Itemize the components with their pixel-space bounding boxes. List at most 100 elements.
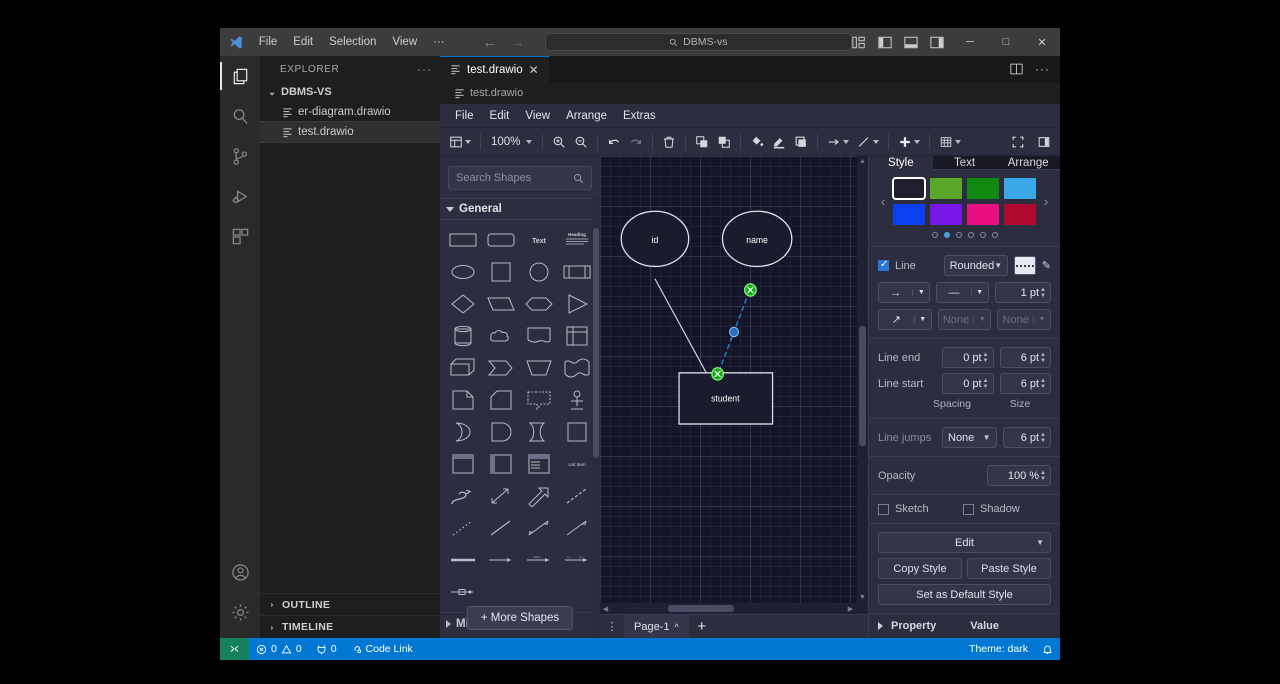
- shape-cloud[interactable]: [482, 322, 520, 350]
- swatch-1[interactable]: [930, 178, 962, 199]
- line-jumps-select[interactable]: None ▼: [942, 427, 997, 448]
- sidebar-item-explorer[interactable]: [220, 56, 260, 96]
- window-controls[interactable]: ─ □ ✕: [952, 28, 1060, 56]
- stepper-icon[interactable]: ▲▼: [982, 378, 989, 390]
- toggle-panel-icon[interactable]: [904, 36, 918, 49]
- go-forward-icon[interactable]: →: [511, 35, 525, 49]
- shape-multi-labeled-connector[interactable]: L1L2: [558, 546, 596, 574]
- to-front-button[interactable]: [692, 131, 712, 153]
- shapes-panel-scrollbar[interactable]: [592, 198, 600, 638]
- zoom-in-button[interactable]: [549, 131, 569, 153]
- customize-layout-icon[interactable]: [852, 36, 866, 49]
- zoom-level-button[interactable]: 100%: [487, 131, 536, 153]
- line-style-button[interactable]: [854, 131, 882, 153]
- shape-triangle[interactable]: [558, 290, 596, 318]
- shape-dashed-line[interactable]: [558, 482, 596, 510]
- theme-indicator[interactable]: Theme: dark: [962, 638, 1035, 660]
- shape-card[interactable]: [482, 386, 520, 414]
- page-dot-5[interactable]: [992, 232, 998, 238]
- drawio-menu-extras[interactable]: Extras: [616, 108, 663, 124]
- accounts-button[interactable]: [220, 552, 260, 592]
- close-icon[interactable]: ✕: [529, 63, 539, 77]
- shape-bidirectional-connector[interactable]: [520, 514, 558, 542]
- shape-cube[interactable]: [444, 354, 482, 382]
- opacity-input[interactable]: 100 % ▲▼: [987, 465, 1051, 486]
- editor-more-actions[interactable]: ···: [1035, 62, 1050, 76]
- undo-button[interactable]: [604, 131, 624, 153]
- shape-hexagon[interactable]: [520, 290, 558, 318]
- shapes-section-general[interactable]: General: [440, 198, 600, 220]
- shape-thick-line[interactable]: [444, 546, 482, 574]
- shape-dotted-line[interactable]: [444, 514, 482, 542]
- palette-prev-button[interactable]: ‹: [878, 194, 888, 209]
- drawio-menu-file[interactable]: File: [448, 108, 481, 124]
- shape-tape[interactable]: [558, 354, 596, 382]
- stepper-icon[interactable]: ▲▼: [1039, 352, 1046, 364]
- maximize-button[interactable]: □: [988, 28, 1024, 56]
- stepper-icon[interactable]: ▲▼: [1039, 378, 1046, 390]
- shape-arrow-connector[interactable]: [482, 546, 520, 574]
- tab-test-drawio[interactable]: test.drawio ✕: [440, 56, 550, 82]
- sidebar-item-extensions[interactable]: [220, 216, 260, 256]
- sidebar-item-source-control[interactable]: [220, 136, 260, 176]
- shape-diamond[interactable]: [444, 290, 482, 318]
- shape-block-arrow[interactable]: [520, 482, 558, 510]
- line-start-size-input[interactable]: 6 pt ▲▼: [1000, 373, 1052, 394]
- shape-text[interactable]: Text: [520, 226, 558, 254]
- chevron-down-icon[interactable]: ▼: [912, 289, 929, 296]
- breadcrumb[interactable]: test.drawio: [440, 82, 1060, 104]
- diagram-canvas[interactable]: id name student: [600, 156, 868, 603]
- line-color-swatch[interactable]: [1014, 256, 1036, 275]
- shapes-scroll-area[interactable]: General Text Heading: [440, 198, 600, 638]
- canvas-horizontal-scrollbar[interactable]: ◀ ▶: [600, 603, 868, 614]
- table-button[interactable]: [936, 131, 964, 153]
- line-jumps-size-input[interactable]: 6 pt ▲▼: [1003, 427, 1052, 448]
- sketch-checkbox[interactable]: [878, 504, 889, 515]
- edge-endpoint-handle-target[interactable]: [712, 368, 724, 380]
- shape-rounded-rectangle[interactable]: [482, 226, 520, 254]
- sidebar-item-search[interactable]: [220, 96, 260, 136]
- chevron-down-icon[interactable]: ▼: [914, 316, 931, 323]
- menu-selection[interactable]: Selection: [321, 28, 384, 56]
- panel-timeline[interactable]: › TIMELINE: [260, 616, 440, 638]
- shape-circle[interactable]: [520, 258, 558, 286]
- shape-process[interactable]: [558, 258, 596, 286]
- code-link-button[interactable]: Code Link: [344, 638, 420, 660]
- shape-trapezoid[interactable]: [520, 354, 558, 382]
- copy-style-button[interactable]: Copy Style: [878, 558, 962, 579]
- search-shapes-input[interactable]: Search Shapes: [448, 166, 592, 190]
- shape-edge-with-node[interactable]: [444, 578, 482, 606]
- toggle-secondary-sidebar-icon[interactable]: [930, 36, 944, 49]
- add-page-button[interactable]: +: [689, 618, 715, 635]
- drawio-menu-edit[interactable]: Edit: [483, 108, 517, 124]
- layout-controls[interactable]: [852, 36, 952, 49]
- arrow-start-button[interactable]: → ▼: [878, 282, 930, 303]
- page-dot-3[interactable]: [968, 232, 974, 238]
- shape-vertical-container[interactable]: [482, 450, 520, 478]
- tab-style[interactable]: Style: [869, 156, 933, 170]
- drawio-menu-arrange[interactable]: Arrange: [559, 108, 614, 124]
- property-table-header[interactable]: Property Value: [869, 614, 1060, 638]
- menu-edit[interactable]: Edit: [285, 28, 321, 56]
- shape-actor[interactable]: [558, 386, 596, 414]
- toggle-primary-sidebar-icon[interactable]: [878, 36, 892, 49]
- notifications-button[interactable]: [1035, 638, 1060, 660]
- scroll-left-arrow[interactable]: ◀: [600, 603, 611, 614]
- page-tab-page-1[interactable]: Page-1 ^: [624, 615, 689, 638]
- shape-delay[interactable]: [482, 418, 520, 446]
- view-dropdown-button[interactable]: [446, 131, 474, 153]
- set-default-style-button[interactable]: Set as Default Style: [878, 584, 1051, 605]
- zoom-out-button[interactable]: [571, 131, 591, 153]
- chevron-down-icon[interactable]: ▼: [971, 289, 988, 296]
- drawio-menu-view[interactable]: View: [518, 108, 557, 124]
- line-start-style-button[interactable]: None ▼: [938, 309, 992, 330]
- stepper-icon[interactable]: ▲▼: [1039, 287, 1046, 299]
- explorer-more-actions[interactable]: ···: [417, 62, 432, 76]
- delete-button[interactable]: [659, 131, 679, 153]
- navigation-arrows[interactable]: ← →: [483, 35, 525, 49]
- menu-bar[interactable]: File Edit Selection View ···: [251, 28, 453, 56]
- swatch-6[interactable]: [967, 204, 999, 225]
- paste-style-button[interactable]: Paste Style: [967, 558, 1051, 579]
- line-end-size-input[interactable]: 6 pt ▲▼: [1000, 347, 1052, 368]
- line-start-spacing-input[interactable]: 0 pt ▲▼: [942, 373, 994, 394]
